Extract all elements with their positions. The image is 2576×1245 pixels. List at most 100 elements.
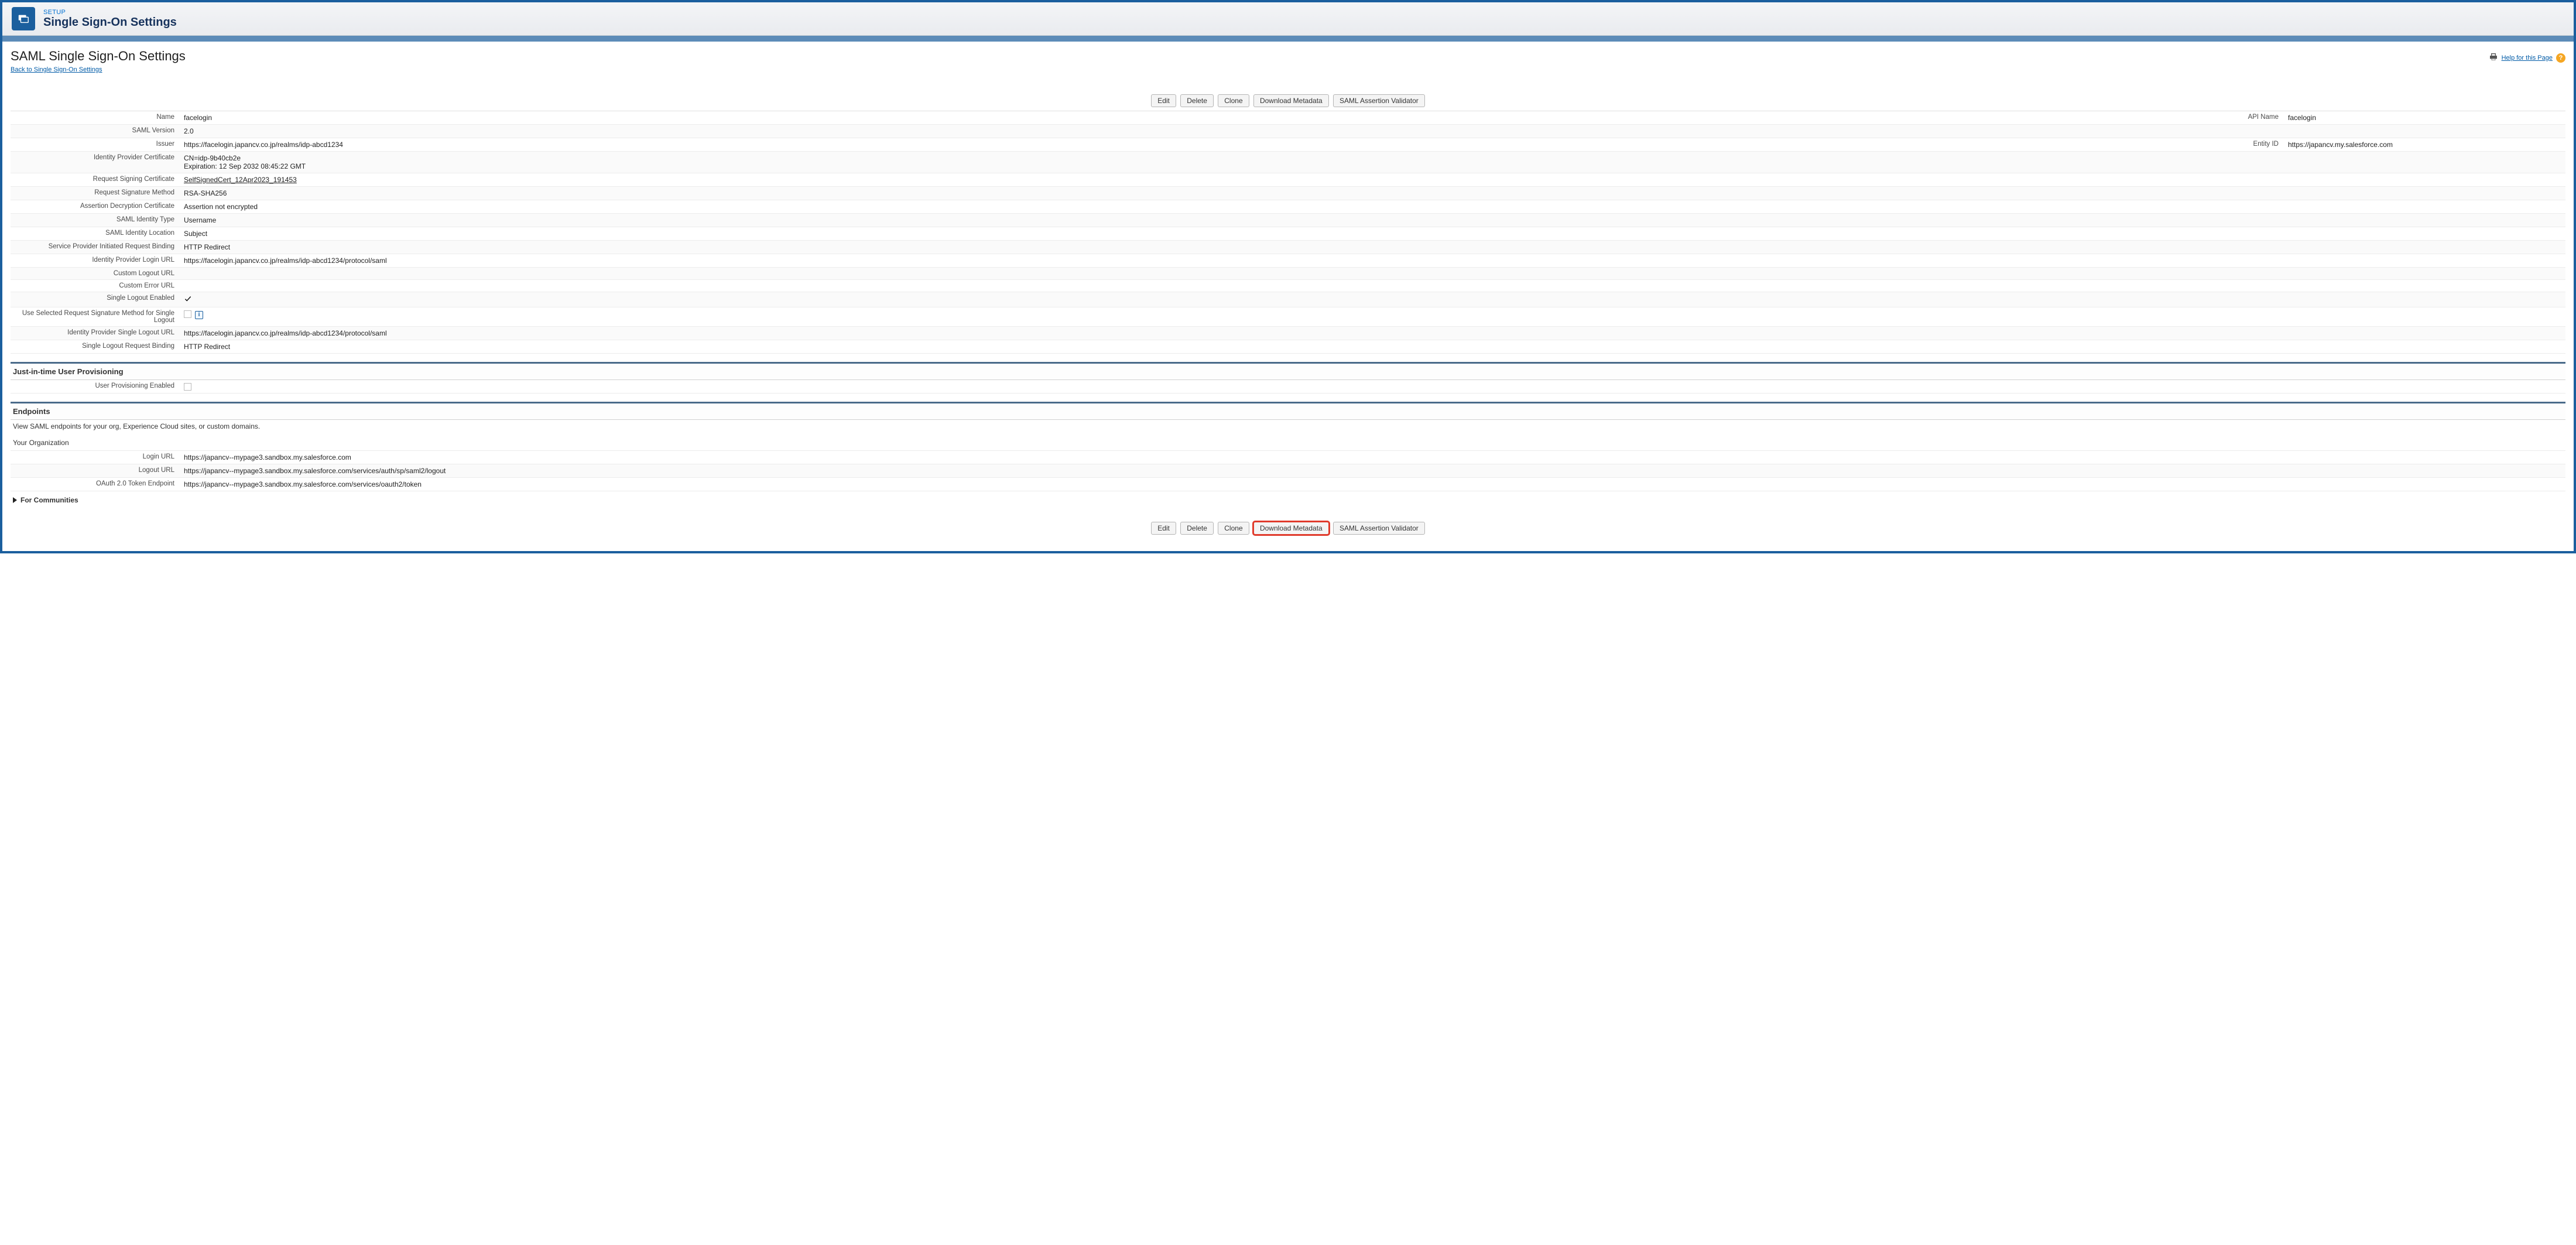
detail-label: Issuer xyxy=(11,138,180,150)
detail-value xyxy=(180,268,2565,272)
page-title: SAML Single Sign-On Settings xyxy=(11,49,186,64)
detail-right-label: API Name xyxy=(2214,111,2284,123)
delete-button[interactable]: Delete xyxy=(1180,94,1214,107)
detail-value: HTTP Redirect xyxy=(180,241,2565,254)
detail-row: SAML Identity TypeUsername xyxy=(11,214,2565,227)
detail-row: SAML Identity LocationSubject xyxy=(11,227,2565,241)
detail-row: Identity Provider CertificateCN=idp-9b40… xyxy=(11,152,2565,173)
triangle-right-icon xyxy=(13,497,17,503)
endpoint-label: Login URL xyxy=(11,451,180,463)
detail-label: Request Signing Certificate xyxy=(11,173,180,185)
cert-link[interactable]: SelfSignedCert_12Apr2023_191453 xyxy=(184,176,297,184)
endpoint-row: OAuth 2.0 Token Endpointhttps://japancv-… xyxy=(11,478,2565,491)
decorative-strip xyxy=(2,36,2574,42)
delete-button-2[interactable]: Delete xyxy=(1180,522,1214,535)
checkmark-icon xyxy=(184,296,192,305)
detail-label: Custom Error URL xyxy=(11,280,180,292)
detail-value: Username xyxy=(180,214,2565,227)
clone-button-2[interactable]: Clone xyxy=(1218,522,1249,535)
saml-validator-button[interactable]: SAML Assertion Validator xyxy=(1333,94,1425,107)
detail-row: Identity Provider Login URLhttps://facel… xyxy=(11,254,2565,268)
detail-row: Assertion Decryption CertificateAssertio… xyxy=(11,200,2565,214)
help-icon[interactable]: ? xyxy=(2556,53,2565,63)
detail-label: Identity Provider Login URL xyxy=(11,254,180,266)
detail-value: Assertion not encrypted xyxy=(180,200,2565,213)
detail-label: Identity Provider Certificate xyxy=(11,152,180,163)
endpoint-row: Logout URLhttps://japancv--mypage3.sandb… xyxy=(11,464,2565,478)
sso-icon xyxy=(12,7,35,30)
detail-label: SAML Identity Type xyxy=(11,214,180,225)
setup-header: SETUP Single Sign-On Settings xyxy=(2,2,2574,36)
detail-label: Request Signature Method xyxy=(11,187,180,199)
detail-value: https://facelogin.japancv.co.jp/realms/i… xyxy=(180,138,2214,151)
detail-label: Single Logout Enabled xyxy=(11,292,180,304)
detail-label: Custom Logout URL xyxy=(11,268,180,279)
detail-value: Subject xyxy=(180,227,2565,240)
download-metadata-button[interactable]: Download Metadata xyxy=(1253,94,1329,107)
detail-row: Issuerhttps://facelogin.japancv.co.jp/re… xyxy=(11,138,2565,152)
detail-value: 2.0 xyxy=(180,125,2565,138)
endpoint-label: OAuth 2.0 Token Endpoint xyxy=(11,478,180,490)
detail-label: Assertion Decryption Certificate xyxy=(11,200,180,212)
detail-value: CN=idp-9b40cb2eExpiration: 12 Sep 2032 0… xyxy=(180,152,2565,173)
detail-label: SAML Version xyxy=(11,125,180,136)
detail-value xyxy=(180,280,2565,285)
breadcrumb: SETUP xyxy=(43,9,177,16)
header-title: Single Sign-On Settings xyxy=(43,16,177,29)
detail-grid: NamefaceloginAPI NamefaceloginSAML Versi… xyxy=(11,111,2565,354)
detail-label: Single Logout Request Binding xyxy=(11,340,180,352)
detail-label: Service Provider Initiated Request Bindi… xyxy=(11,241,180,252)
checkbox-unchecked xyxy=(184,310,191,318)
detail-row: Single Logout Enabled xyxy=(11,292,2565,307)
detail-row: Service Provider Initiated Request Bindi… xyxy=(11,241,2565,254)
detail-row: Use Selected Request Signature Method fo… xyxy=(11,307,2565,327)
detail-row: Custom Error URL xyxy=(11,280,2565,292)
endpoints-desc: View SAML endpoints for your org, Experi… xyxy=(13,422,2565,430)
detail-right-value: facelogin xyxy=(2284,111,2565,124)
detail-label: Use Selected Request Signature Method fo… xyxy=(11,307,180,326)
detail-label: SAML Identity Location xyxy=(11,227,180,239)
detail-row: Request Signature MethodRSA-SHA256 xyxy=(11,187,2565,200)
detail-row: Single Logout Request BindingHTTP Redire… xyxy=(11,340,2565,354)
back-link[interactable]: Back to Single Sign-On Settings xyxy=(11,66,102,73)
print-icon[interactable] xyxy=(2489,52,2498,63)
saml-validator-button-2[interactable]: SAML Assertion Validator xyxy=(1333,522,1425,535)
detail-value: facelogin xyxy=(180,111,2214,124)
detail-right-value: https://japancv.my.salesforce.com xyxy=(2284,138,2565,151)
jit-provisioning-checkbox xyxy=(184,383,191,391)
action-buttons-top: Edit Delete Clone Download Metadata SAML… xyxy=(11,94,2565,107)
detail-value: i xyxy=(180,307,2565,321)
communities-expander[interactable]: For Communities xyxy=(11,491,2565,510)
download-metadata-button-2[interactable]: Download Metadata xyxy=(1253,522,1329,535)
detail-label: Identity Provider Single Logout URL xyxy=(11,327,180,338)
endpoint-label: Logout URL xyxy=(11,464,180,476)
detail-right-label: Entity ID xyxy=(2214,138,2284,150)
info-icon[interactable]: i xyxy=(195,311,203,319)
detail-row: NamefaceloginAPI Namefacelogin xyxy=(11,111,2565,125)
detail-value xyxy=(180,292,2565,307)
detail-row: SAML Version2.0 xyxy=(11,125,2565,138)
clone-button[interactable]: Clone xyxy=(1218,94,1249,107)
detail-value: HTTP Redirect xyxy=(180,340,2565,353)
endpoints-grid: Login URLhttps://japancv--mypage3.sandbo… xyxy=(11,451,2565,491)
detail-value: https://facelogin.japancv.co.jp/realms/i… xyxy=(180,254,2565,267)
endpoint-value: https://japancv--mypage3.sandbox.my.sale… xyxy=(180,464,2565,477)
detail-value: SelfSignedCert_12Apr2023_191453 xyxy=(180,173,2565,186)
jit-section-header: Just-in-time User Provisioning xyxy=(11,362,2565,380)
edit-button-2[interactable]: Edit xyxy=(1151,522,1176,535)
jit-provisioning-label: User Provisioning Enabled xyxy=(11,380,180,392)
endpoint-row: Login URLhttps://japancv--mypage3.sandbo… xyxy=(11,451,2565,464)
detail-label: Name xyxy=(11,111,180,123)
detail-row: Custom Logout URL xyxy=(11,268,2565,280)
detail-value: RSA-SHA256 xyxy=(180,187,2565,200)
endpoint-value: https://japancv--mypage3.sandbox.my.sale… xyxy=(180,451,2565,464)
edit-button[interactable]: Edit xyxy=(1151,94,1176,107)
detail-value: https://facelogin.japancv.co.jp/realms/i… xyxy=(180,327,2565,340)
detail-row: Request Signing Certificate SelfSignedCer… xyxy=(11,173,2565,187)
endpoint-value: https://japancv--mypage3.sandbox.my.sale… xyxy=(180,478,2565,491)
endpoints-section-header: Endpoints xyxy=(11,402,2565,420)
help-link[interactable]: Help for this Page xyxy=(2502,54,2553,61)
endpoints-org-header: Your Organization xyxy=(11,435,2565,451)
detail-row: Identity Provider Single Logout URLhttps… xyxy=(11,327,2565,340)
action-buttons-bottom: Edit Delete Clone Download Metadata SAML… xyxy=(11,522,2565,535)
